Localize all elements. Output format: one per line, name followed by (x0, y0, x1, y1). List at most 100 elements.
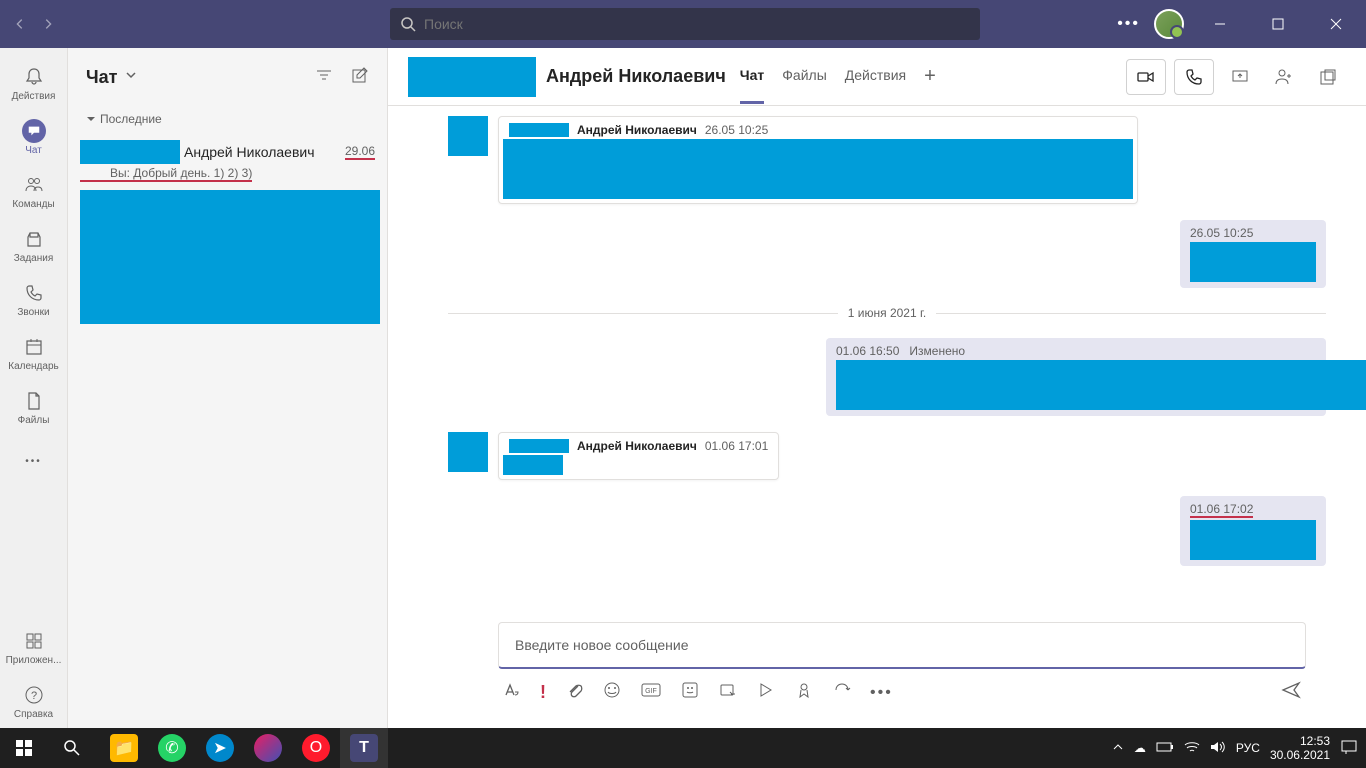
app-rail: Действия Чат Команды Задания Звонки Кале… (0, 48, 68, 728)
nav-back[interactable] (8, 12, 32, 36)
send-button[interactable] (1280, 679, 1302, 706)
rail-help[interactable]: ? Справка (0, 674, 68, 728)
emoji-icon[interactable] (602, 680, 622, 705)
tray-wifi-icon[interactable] (1184, 741, 1200, 756)
tray-language[interactable]: РУС (1236, 741, 1260, 755)
rail-apps[interactable]: Приложен... (0, 620, 68, 674)
chat-icon (22, 119, 46, 143)
taskbar-telegram[interactable]: ➤ (196, 728, 244, 768)
chat-item-name: Андрей Николаевич (184, 144, 315, 160)
tray-chevron-icon[interactable] (1112, 741, 1124, 756)
search-box[interactable] (390, 8, 980, 40)
redacted-block (503, 455, 563, 475)
compose-input[interactable]: Введите новое сообщение (498, 622, 1306, 669)
svg-text:GIF: GIF (645, 688, 657, 695)
rail-label: Файлы (18, 415, 50, 426)
message-outgoing: 01.06 17:02 (448, 496, 1326, 566)
message-edited-label: Изменено (909, 344, 965, 358)
phone-icon (22, 281, 46, 305)
attach-icon[interactable] (564, 680, 584, 705)
redacted-block (448, 432, 488, 472)
help-icon: ? (22, 683, 46, 707)
priority-icon[interactable]: ! (540, 682, 546, 703)
chat-item-preview: Вы: Добрый день. 1) 2) 3) (80, 166, 252, 182)
video-call-button[interactable] (1126, 59, 1166, 95)
nav-forward[interactable] (36, 12, 60, 36)
rail-more[interactable]: ••• (0, 434, 68, 488)
praise-icon[interactable] (794, 680, 814, 705)
taskbar-whatsapp[interactable]: ✆ (148, 728, 196, 768)
message-sender: Андрей Николаевич (577, 439, 697, 453)
rail-label: Календарь (8, 361, 58, 372)
calendar-icon (22, 335, 46, 359)
chat-list-item[interactable]: Андрей Николаевич 29.06 Вы: Добрый день.… (68, 132, 387, 332)
chat-item-date: 29.06 (345, 144, 375, 160)
rail-label: Команды (12, 199, 54, 210)
message-incoming: Андрей Николаевич 01.06 17:01 (448, 432, 1326, 480)
bell-icon (22, 65, 46, 89)
redacted-block (1190, 242, 1316, 282)
tray-onedrive-icon[interactable]: ☁ (1134, 741, 1146, 755)
redacted-block (503, 139, 1133, 199)
sticker-icon[interactable] (680, 680, 700, 705)
loop-icon[interactable] (832, 680, 852, 705)
rail-label: Справка (14, 709, 53, 720)
redacted-block (509, 439, 569, 453)
rail-assignments[interactable]: Задания (0, 218, 68, 272)
start-button[interactable] (0, 728, 48, 768)
rail-label: Приложен... (6, 655, 62, 666)
stream-icon[interactable] (756, 680, 776, 705)
chevron-down-icon[interactable] (125, 68, 137, 86)
rail-label: Звонки (17, 307, 49, 318)
meet-icon[interactable] (718, 680, 738, 705)
gif-icon[interactable]: GIF (640, 680, 662, 705)
message-timestamp: 26.05 10:25 (1190, 226, 1316, 240)
date-label: 1 июня 2021 г. (848, 306, 926, 320)
tab-actions[interactable]: Действия (845, 49, 906, 104)
window-minimize[interactable] (1198, 0, 1242, 48)
more-compose-icon[interactable]: ••• (870, 684, 893, 702)
taskbar-teams[interactable]: T (340, 728, 388, 768)
more-icon[interactable]: ••• (1117, 15, 1140, 33)
rail-calls[interactable]: Звонки (0, 272, 68, 326)
taskbar-explorer[interactable]: 📁 (100, 728, 148, 768)
tray-volume-icon[interactable] (1210, 740, 1226, 757)
new-chat-icon[interactable] (351, 66, 369, 89)
tray-clock[interactable]: 12:53 30.06.2021 (1270, 734, 1330, 763)
taskbar-opera[interactable]: O (292, 728, 340, 768)
rail-chat[interactable]: Чат (0, 110, 68, 164)
search-input[interactable] (424, 16, 970, 32)
add-tab-button[interactable]: + (924, 65, 936, 88)
rail-label: Действия (12, 91, 56, 102)
rail-teams[interactable]: Команды (0, 164, 68, 218)
rail-activity[interactable]: Действия (0, 56, 68, 110)
search-icon (400, 16, 416, 32)
format-icon[interactable] (502, 680, 522, 705)
user-avatar[interactable] (1154, 9, 1184, 39)
taskbar-search[interactable] (48, 728, 96, 768)
audio-call-button[interactable] (1174, 59, 1214, 95)
share-screen-icon[interactable] (1222, 59, 1258, 95)
rail-files[interactable]: Файлы (0, 380, 68, 434)
chatlist-title: Чат (86, 67, 117, 88)
filter-icon[interactable] (315, 66, 333, 89)
file-icon (22, 389, 46, 413)
section-recent[interactable]: Последние (68, 106, 387, 132)
tray-battery-icon[interactable] (1156, 741, 1174, 756)
window-close[interactable] (1314, 0, 1358, 48)
popout-icon[interactable] (1310, 59, 1346, 95)
window-maximize[interactable] (1256, 0, 1300, 48)
tab-files[interactable]: Файлы (782, 49, 826, 104)
svg-text:?: ? (30, 690, 36, 702)
tab-chat[interactable]: Чат (740, 49, 764, 104)
tray-notifications-icon[interactable] (1340, 739, 1358, 758)
rail-label: Чат (25, 145, 42, 156)
assignments-icon (22, 227, 46, 251)
rail-calendar[interactable]: Календарь (0, 326, 68, 380)
tray-time: 12:53 (1270, 734, 1330, 748)
message-timestamp: 01.06 17:01 (705, 439, 768, 453)
redacted-block (80, 190, 380, 324)
titlebar: ••• (0, 0, 1366, 48)
taskbar-app[interactable] (244, 728, 292, 768)
add-people-icon[interactable] (1266, 59, 1302, 95)
